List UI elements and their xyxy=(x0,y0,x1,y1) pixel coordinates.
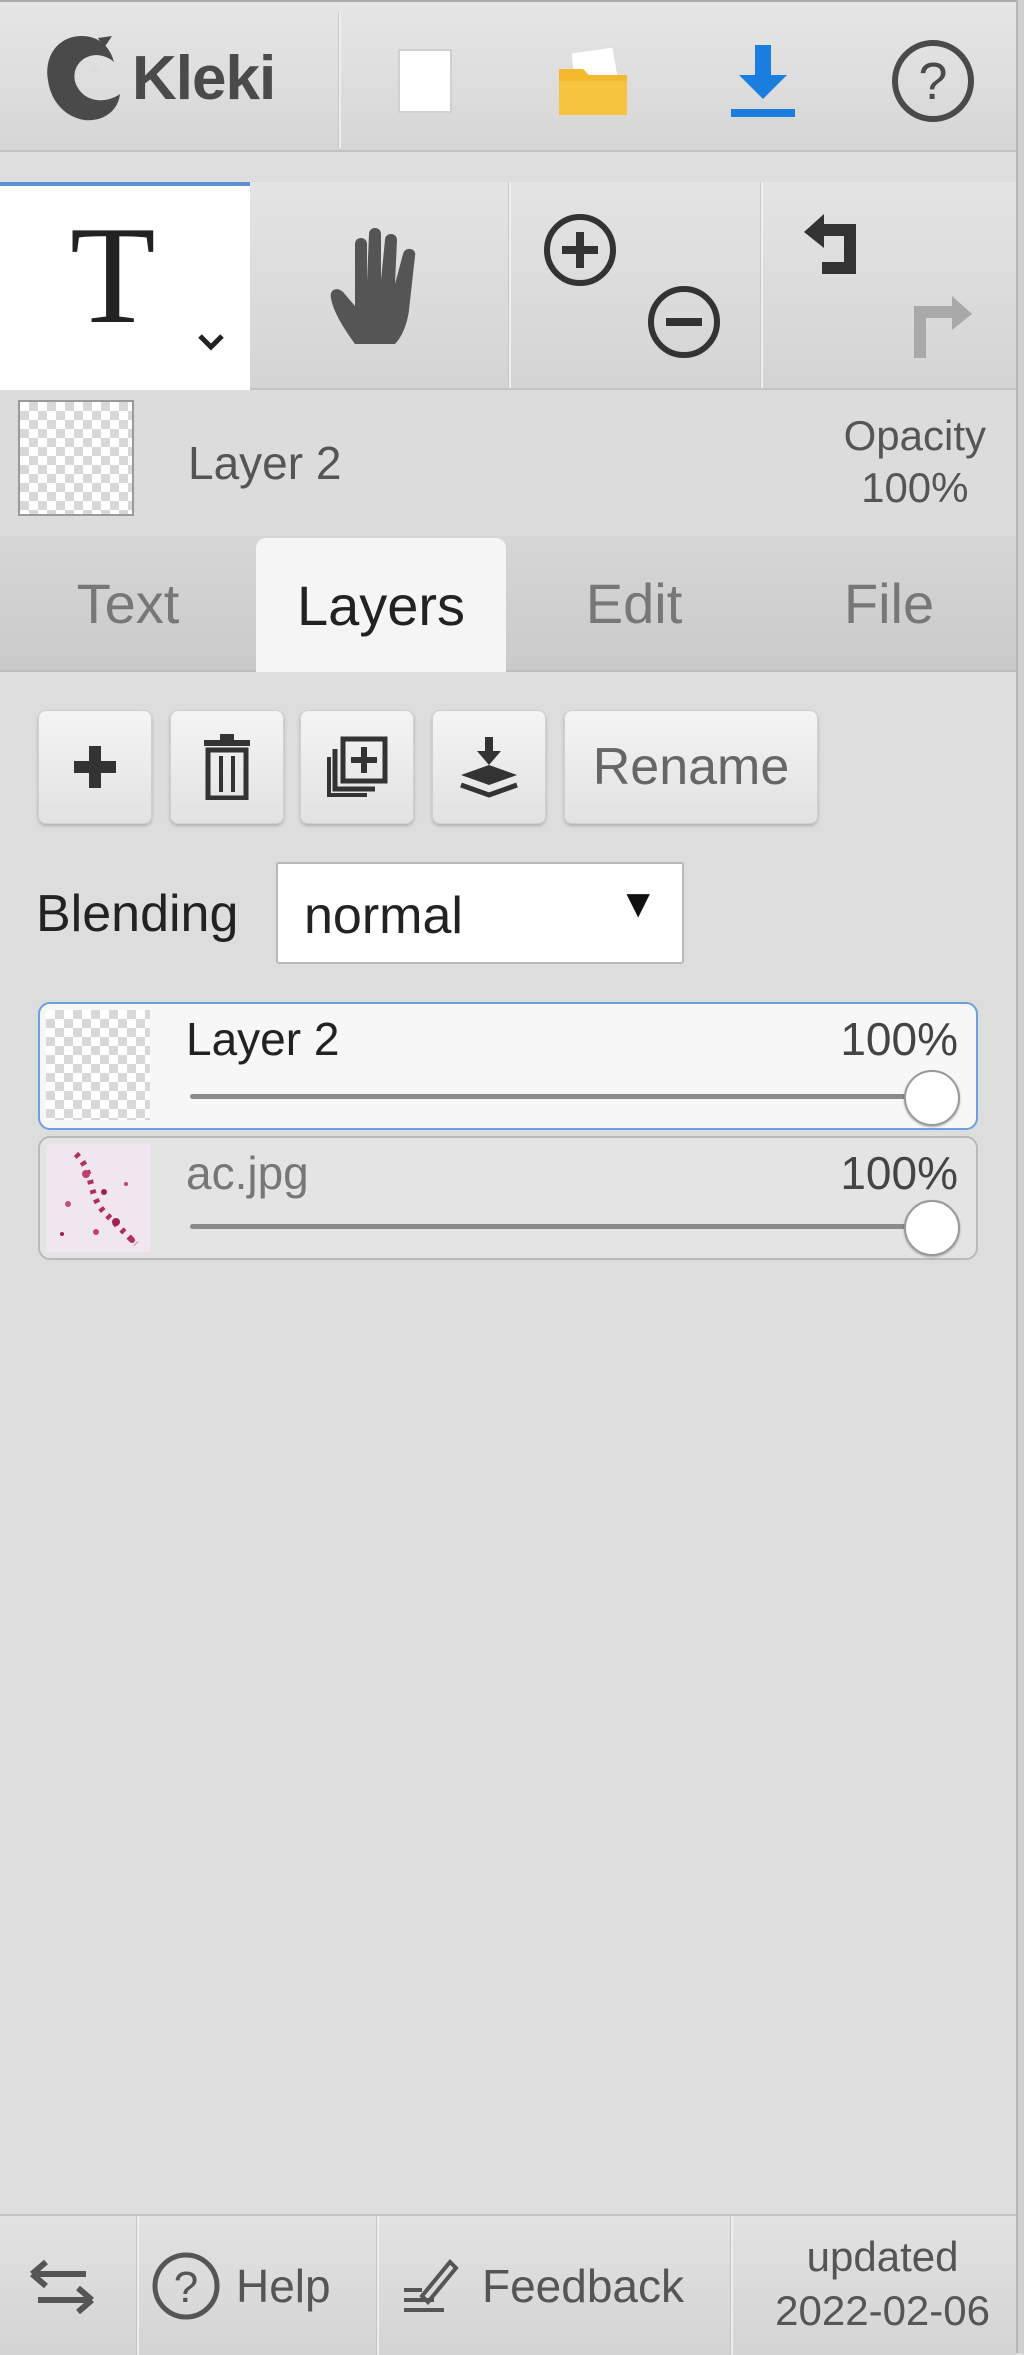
panel-tabs: Text Layers Edit File xyxy=(0,536,1016,672)
download-icon xyxy=(731,45,795,117)
new-button[interactable] xyxy=(350,14,500,148)
new-document-icon xyxy=(398,49,452,113)
text-tool-button[interactable]: T xyxy=(0,182,250,392)
scrollbar-edge xyxy=(1016,0,1024,2353)
question-icon: ? xyxy=(892,40,974,122)
caret-down-icon: ▼ xyxy=(618,882,658,926)
merge-layer-button[interactable] xyxy=(432,710,546,824)
blending-value: normal xyxy=(304,887,463,945)
updated-label: updated xyxy=(806,2233,959,2280)
tab-file[interactable]: File xyxy=(762,536,1016,670)
delete-layer-button[interactable] xyxy=(170,710,284,824)
current-layer-opacity[interactable]: Opacity 100% xyxy=(844,410,986,514)
bottom-bar: ? Help Feedback updated 2022-02-06 xyxy=(0,2214,1016,2355)
redo-button[interactable] xyxy=(900,282,990,372)
layer-name: Layer 2 xyxy=(186,1013,340,1065)
folder-icon xyxy=(559,46,627,115)
layer-name: ac.jpg xyxy=(186,1147,309,1199)
add-layer-button[interactable] xyxy=(38,710,152,824)
undo-button[interactable] xyxy=(796,210,886,290)
current-layer-name: Layer 2 xyxy=(188,437,342,489)
open-button[interactable] xyxy=(518,14,668,148)
svg-text:?: ? xyxy=(174,2263,198,2312)
zoom-in-button[interactable] xyxy=(540,210,630,300)
blending-select[interactable]: normal ▼ xyxy=(276,862,684,964)
current-layer-thumbnail[interactable] xyxy=(18,400,134,516)
undo-icon xyxy=(804,214,856,274)
feedback-link[interactable]: Feedback xyxy=(400,2216,684,2355)
app-name: Kleki xyxy=(132,43,276,113)
opacity-slider-handle[interactable] xyxy=(904,1200,960,1256)
help-link[interactable]: ? Help xyxy=(150,2216,331,2355)
top-toolbar: Kleki ? xyxy=(0,0,1016,152)
trash-icon xyxy=(204,734,250,800)
tool-row: T xyxy=(0,182,1016,392)
help-button[interactable]: ? xyxy=(858,14,1008,148)
current-layer-info: Layer 2 Opacity 100% xyxy=(0,390,1016,530)
question-icon: ? xyxy=(152,2252,220,2319)
opacity-label: Opacity xyxy=(843,412,986,459)
swap-arrows-icon xyxy=(30,2259,94,2314)
rename-label: Rename xyxy=(592,738,790,796)
opacity-value: 100% xyxy=(861,464,969,511)
layer-item-ac-jpg[interactable]: ac.jpg 100% xyxy=(38,1136,978,1260)
plus-icon xyxy=(74,746,116,788)
chevron-down-icon[interactable] xyxy=(196,332,226,352)
hand-icon xyxy=(330,228,416,344)
merge-down-icon xyxy=(460,737,518,798)
painting-thumbnail xyxy=(60,1151,139,1247)
swap-side-button[interactable] xyxy=(26,2216,98,2355)
hand-tool-button[interactable] xyxy=(252,182,508,388)
layer-opacity: 100% xyxy=(840,1013,958,1065)
layer-thumbnail-image xyxy=(46,1144,150,1252)
layer-opacity-slider[interactable] xyxy=(190,1224,946,1229)
tab-text[interactable]: Text xyxy=(0,536,256,670)
text-tool-icon: T xyxy=(70,198,156,353)
zoom-out-button[interactable] xyxy=(644,282,734,372)
tab-layers[interactable]: Layers xyxy=(256,538,506,672)
save-button[interactable] xyxy=(688,14,838,148)
opacity-slider-handle[interactable] xyxy=(904,1070,960,1126)
blending-label: Blending xyxy=(36,885,239,943)
duplicate-icon xyxy=(327,736,388,797)
layer-item-layer-2[interactable]: Layer 2 100% xyxy=(38,1002,978,1130)
layer-thumbnail xyxy=(46,1010,150,1120)
tab-edit[interactable]: Edit xyxy=(506,536,762,670)
kleki-logo[interactable]: Kleki xyxy=(40,32,276,124)
rename-layer-button[interactable]: Rename xyxy=(564,710,818,824)
zoom-in-icon xyxy=(544,214,616,286)
layer-opacity: 100% xyxy=(840,1147,958,1199)
layer-opacity-slider[interactable] xyxy=(190,1094,946,1099)
feedback-label: Feedback xyxy=(482,2259,685,2312)
updated-date: 2022-02-06 xyxy=(775,2287,990,2334)
help-label: Help xyxy=(236,2259,331,2312)
svg-text:?: ? xyxy=(919,53,948,111)
duplicate-layer-button[interactable] xyxy=(300,710,414,824)
feedback-pen-icon xyxy=(404,2258,459,2312)
updated-info: updated 2022-02-06 xyxy=(775,2230,990,2338)
zoom-out-icon xyxy=(648,286,720,358)
redo-icon xyxy=(914,296,972,358)
kleki-logo-icon xyxy=(47,36,121,121)
